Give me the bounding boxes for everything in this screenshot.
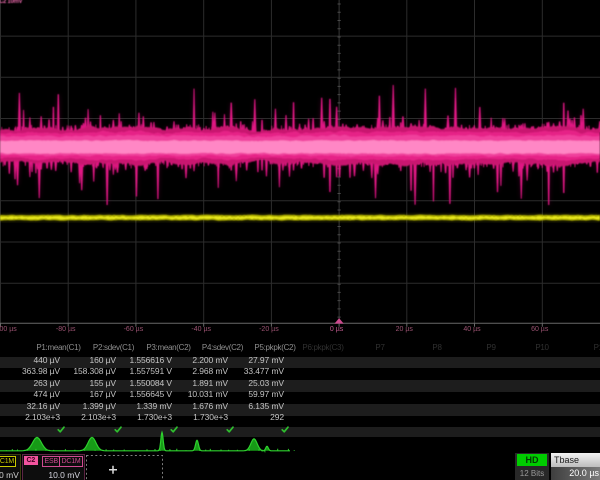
svg-text:-80 µs: -80 µs xyxy=(56,326,76,333)
svg-text:-20 µs: -20 µs xyxy=(259,326,279,333)
svg-text:-60 µs: -60 µs xyxy=(124,326,144,333)
svg-text:40 µs: 40 µs xyxy=(463,326,481,333)
svg-text:0 µs: 0 µs xyxy=(330,326,344,333)
svg-text:20 µs: 20 µs xyxy=(396,326,414,333)
svg-text:60 µs: 60 µs xyxy=(531,326,549,333)
svg-text:-40 µs: -40 µs xyxy=(191,326,211,333)
svg-text:-100 µs: -100 µs xyxy=(0,326,17,333)
